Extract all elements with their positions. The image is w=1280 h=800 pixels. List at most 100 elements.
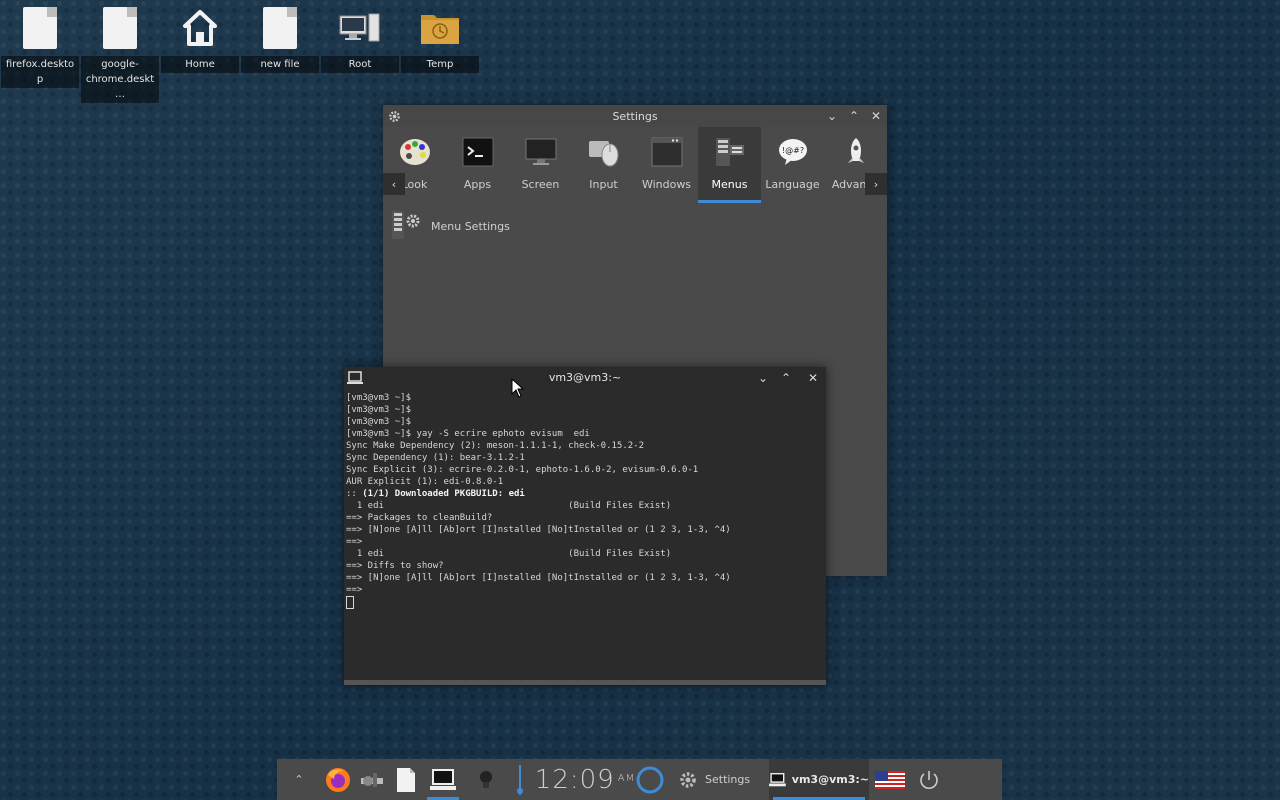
- terminal-line: [vm3@vm3 ~]$: [346, 417, 412, 427]
- terminal-output[interactable]: [vm3@vm3 ~]$ [vm3@vm3 ~]$ [vm3@vm3 ~]$ [vm3…: [344, 388, 826, 609]
- firefox-icon: [326, 767, 350, 792]
- tab-label: Windows: [641, 178, 692, 191]
- menu-settings-icon: [391, 209, 421, 244]
- chevron-up-icon: ⌃: [294, 773, 304, 786]
- desktop-icon-firefox[interactable]: firefox.desktop: [1, 0, 79, 88]
- gear-icon: [680, 771, 696, 788]
- menu-settings-label: Menu Settings: [431, 220, 510, 233]
- svg-text:!@#?: !@#?: [781, 146, 803, 155]
- taskbar-power-button[interactable]: [911, 759, 947, 800]
- text-cursor: [346, 596, 354, 609]
- taskbar-file-launcher[interactable]: [389, 759, 423, 800]
- terminal-line: ==> Diffs to show?: [346, 561, 444, 571]
- taskbar-terminal-label: vm3@vm3:~: [791, 773, 869, 786]
- close-button[interactable]: ✕: [802, 367, 824, 389]
- desktop-icon-label: Temp: [401, 56, 479, 73]
- palette-icon: [398, 135, 432, 169]
- terminal-icon: [430, 768, 456, 790]
- terminal-bottom-border: [344, 680, 826, 685]
- tab-label: Apps: [463, 178, 492, 191]
- terminal-line: AUR Explicit (1): edi-0.8.0-1: [346, 477, 504, 487]
- taskbar-lightbulb[interactable]: [469, 759, 503, 800]
- file-icon: [397, 767, 415, 792]
- taskbar-clock[interactable]: 12:09 AM: [535, 759, 635, 800]
- terminal-line: ==> [N]one [A]ll [Ab]ort [I]nstalled [No…: [346, 525, 731, 535]
- terminal-line: [vm3@vm3 ~]$: [346, 405, 412, 415]
- terminal-line: 1 edi (Build Files Exist): [346, 501, 672, 511]
- maximize-button[interactable]: ⌃: [775, 367, 797, 389]
- taskbar-terminal-window[interactable]: vm3@vm3:~: [769, 759, 869, 800]
- minimize-button[interactable]: ⌄: [821, 105, 843, 127]
- terminal-icon: [344, 367, 366, 389]
- ring-icon: [636, 766, 664, 793]
- home-icon: [161, 0, 239, 56]
- tab-label: Input: [589, 178, 618, 191]
- tab-language[interactable]: !@#? Language: [761, 127, 824, 203]
- power-icon: [920, 770, 938, 789]
- clock-time-text: 12:09: [534, 764, 615, 795]
- mouse-pointer-icon: [511, 377, 525, 402]
- minimize-button[interactable]: ⌄: [752, 367, 774, 389]
- settings-titlebar[interactable]: Settings ⌄ ⌃ ✕: [383, 105, 887, 127]
- tab-apps[interactable]: Apps: [446, 127, 509, 203]
- taskbar-firefox-launcher[interactable]: [321, 759, 355, 800]
- lightbulb-icon: [480, 770, 492, 788]
- desktop-icon-home[interactable]: Home: [161, 0, 239, 73]
- taskbar-terminal-launcher[interactable]: [423, 759, 463, 800]
- close-button[interactable]: ✕: [865, 105, 887, 127]
- tab-label: Look: [401, 178, 428, 191]
- show-tray-button[interactable]: ⌃: [277, 759, 321, 800]
- us-flag-icon: [875, 770, 905, 789]
- terminal-cursor-line: [346, 596, 824, 609]
- terminal-line: :: (1/1) Downloaded PKGBUILD: edi: [346, 488, 824, 500]
- terminal-icon: [769, 772, 786, 786]
- desktop-icon-root[interactable]: Root: [321, 0, 399, 73]
- tab-label: Language: [765, 178, 820, 191]
- desktop-icon-label: firefox.desktop: [1, 56, 79, 88]
- tab-label: Screen: [521, 178, 560, 191]
- speech-bubble-icon: !@#?: [776, 135, 810, 169]
- desktop-icon-temp[interactable]: Temp: [401, 0, 479, 73]
- clock-time: 12:09 AM: [535, 765, 635, 795]
- taskbar-settings-window[interactable]: Settings: [667, 759, 769, 800]
- taskbar: ⌃ 12:09 AM Settings vm3@vm3:~: [277, 759, 1002, 800]
- file-icon: [241, 0, 319, 56]
- desktop-icon-label: google-chrome.deskt…: [81, 56, 159, 103]
- terminal-line: Sync Explicit (3): ecrire-0.2.0-1, ephot…: [346, 465, 699, 475]
- tab-menus[interactable]: Menus: [698, 127, 761, 203]
- terminal-app-icon: [461, 135, 495, 169]
- tab-label: Menus: [711, 178, 748, 191]
- taskbar-settings-label: Settings: [705, 773, 751, 786]
- tab-screen[interactable]: Screen: [509, 127, 572, 203]
- desktop-icon-google-chrome[interactable]: google-chrome.deskt…: [81, 0, 159, 103]
- folder-clock-icon: [401, 0, 479, 56]
- terminal-titlebar[interactable]: vm3@vm3:~ ⌄ ⌃ ✕: [344, 367, 826, 388]
- taskbar-utility-launcher[interactable]: [355, 759, 389, 800]
- monitor-icon: [524, 135, 558, 169]
- scroll-left-button[interactable]: ‹: [383, 173, 405, 195]
- terminal-line: Sync Make Dependency (2): meson-1.1.1-1,…: [346, 441, 645, 451]
- desktop-icon-new-file[interactable]: new file: [241, 0, 319, 73]
- terminal-prefix: ::: [346, 489, 363, 499]
- terminal-line: ==> Packages to cleanBuild?: [346, 513, 493, 523]
- taskbar-volume-slider[interactable]: [503, 759, 537, 800]
- terminal-line: Sync Dependency (1): bear-3.1.2-1: [346, 453, 525, 463]
- volume-slider-icon: [517, 764, 523, 795]
- menu-settings-item[interactable]: Menu Settings: [391, 209, 510, 244]
- terminal-line: ==>: [346, 585, 363, 595]
- scroll-right-button[interactable]: ›: [865, 173, 887, 195]
- desktop-icon-label: new file: [241, 56, 319, 73]
- taskbar-keyboard-layout[interactable]: [869, 759, 911, 800]
- gear-icon[interactable]: [383, 105, 405, 127]
- menu-icon: [713, 135, 747, 169]
- tab-windows[interactable]: Windows: [635, 127, 698, 203]
- mouse-icon: [587, 135, 621, 169]
- desktop-icon-label: Home: [161, 56, 239, 73]
- maximize-button[interactable]: ⌃: [843, 105, 865, 127]
- settings-category-bar: Look Apps Screen Input Windows Menus !@#…: [383, 127, 887, 203]
- taskbar-circle-indicator[interactable]: [633, 759, 667, 800]
- rocket-icon: [839, 135, 873, 169]
- tools-icon: [361, 772, 383, 787]
- tab-input[interactable]: Input: [572, 127, 635, 203]
- terminal-title: vm3@vm3:~: [548, 371, 622, 384]
